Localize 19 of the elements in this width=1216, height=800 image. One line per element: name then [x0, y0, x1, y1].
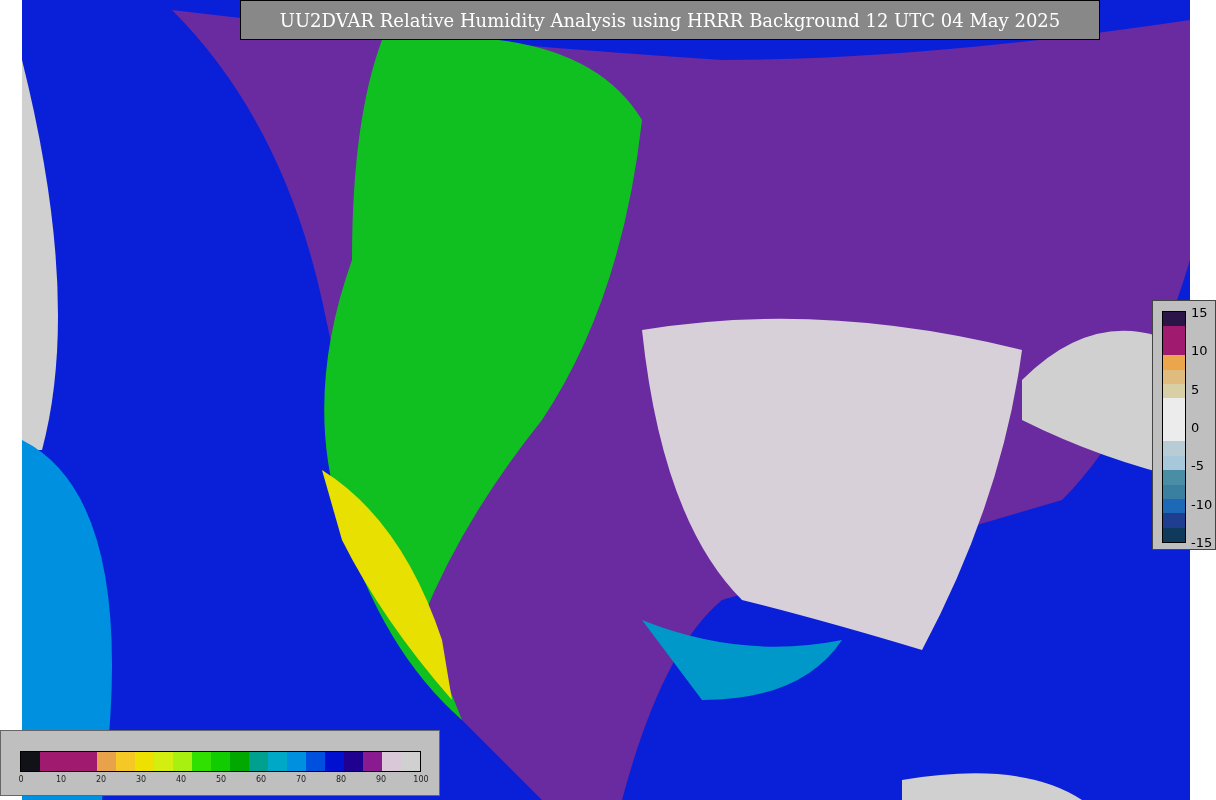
tick-label: 50 [215, 776, 227, 784]
tick-label: 60 [255, 776, 267, 784]
tick-label: -5 [1191, 458, 1204, 472]
tick-label: 5 [1191, 382, 1200, 396]
tick-label: -15 [1191, 535, 1213, 549]
tick-label: 0 [1191, 420, 1200, 434]
tick-label: 0 [18, 776, 24, 784]
tick-label: 100 [413, 776, 429, 784]
tick-label: 30 [135, 776, 147, 784]
tick-label: 90 [375, 776, 387, 784]
tick-label: 70 [295, 776, 307, 784]
tick-label: 80 [335, 776, 347, 784]
tick-label: 15 [1191, 305, 1208, 319]
tick-label: 10 [1191, 343, 1208, 357]
tick-label: 10 [55, 776, 67, 784]
tick-label: -10 [1191, 497, 1213, 511]
tick-label: 20 [95, 776, 107, 784]
tick-label: 40 [175, 776, 187, 784]
map-title: UU2DVAR Relative Humidity Analysis using HRRR Background 12 UTC 04 May 2025 [240, 0, 1100, 40]
